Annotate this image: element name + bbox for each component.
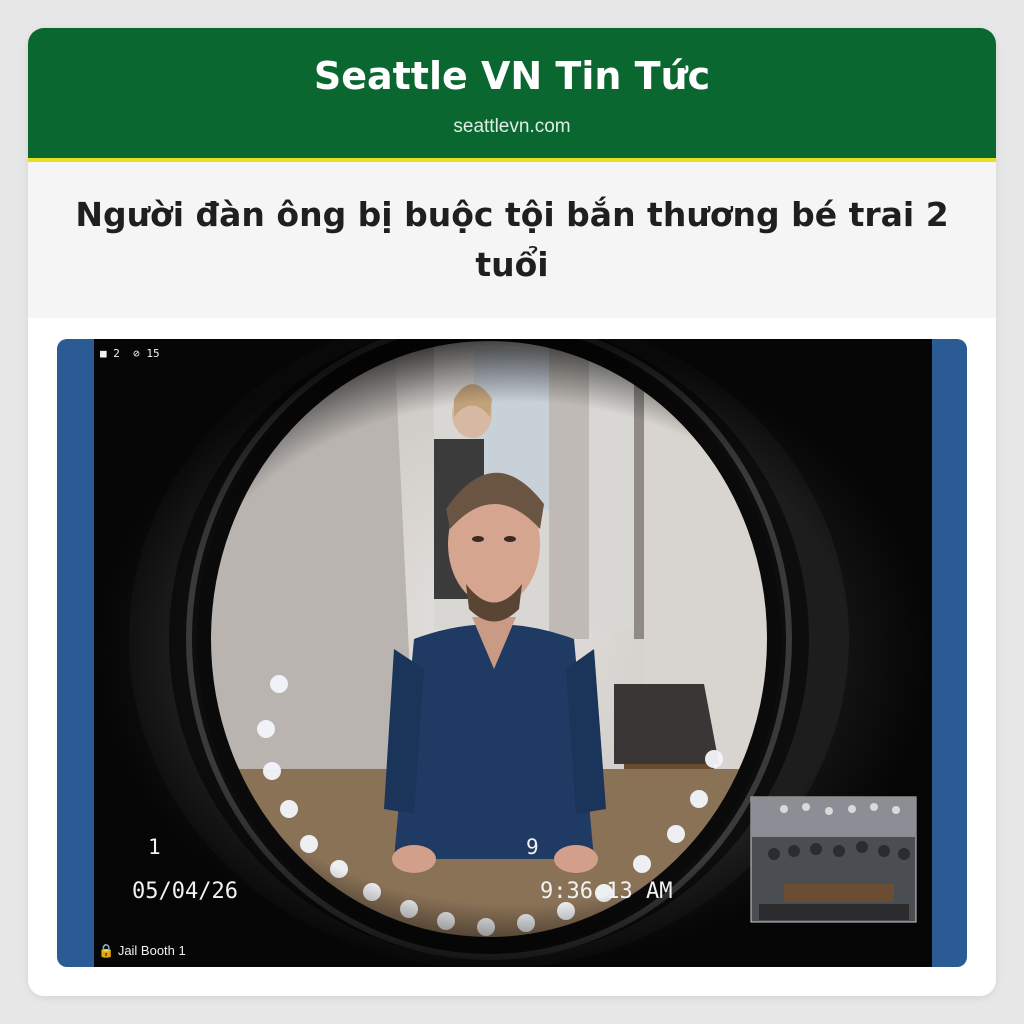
- camera-count: 2: [113, 347, 120, 360]
- site-title[interactable]: Seattle VN Tin Tức: [28, 54, 996, 98]
- timestamp-date: 05/04/26: [132, 879, 238, 904]
- lock-icon: 🔒: [98, 943, 115, 958]
- camera-status: ■ 2 ⊘ 15: [100, 347, 160, 360]
- article-photo: ■ 2 ⊘ 15 1 9 05/04/26 9:36:13 AM 🔒 Jail …: [57, 339, 967, 967]
- site-header: Seattle VN Tin Tức seattlevn.com: [28, 28, 996, 162]
- camera-icon: ■: [100, 347, 107, 360]
- booth-label-text: Jail Booth 1: [117, 943, 186, 958]
- news-card: Seattle VN Tin Tức seattlevn.com Người đ…: [28, 28, 996, 996]
- article-headline[interactable]: Người đàn ông bị buộc tội bắn thương bé …: [58, 190, 966, 290]
- video-frame-illustration: [94, 339, 932, 967]
- mute-icon: ⊘: [133, 347, 140, 360]
- video-feed: ■ 2 ⊘ 15 1 9 05/04/26 9:36:13 AM 🔒 Jail …: [94, 339, 932, 967]
- booth-label: 🔒 Jail Booth 1: [98, 943, 186, 959]
- channel-right: 9: [526, 835, 539, 859]
- timestamp-time: 9:36:13 AM: [540, 879, 673, 904]
- site-url[interactable]: seattlevn.com: [28, 116, 996, 138]
- channel-left: 1: [148, 835, 161, 859]
- muted-count: 15: [146, 347, 160, 360]
- headline-band: Người đàn ông bị buộc tội bắn thương bé …: [28, 162, 996, 318]
